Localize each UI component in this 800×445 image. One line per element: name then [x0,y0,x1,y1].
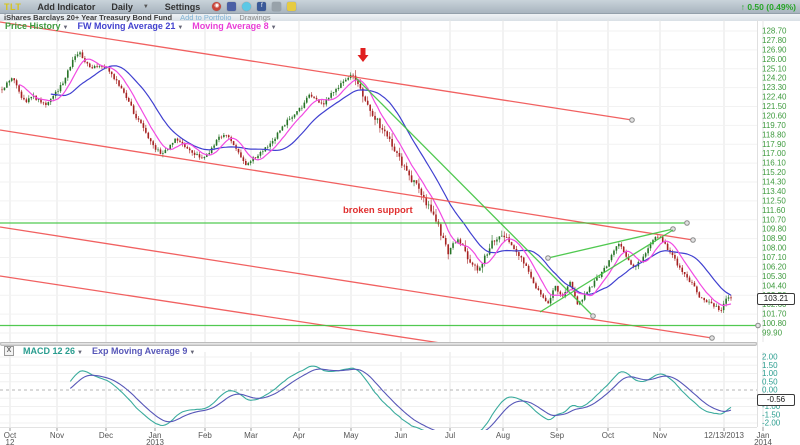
svg-text:126.90: 126.90 [762,45,787,54]
legend-macd[interactable]: MACD 12 26▼ [23,346,83,356]
svg-text:127.80: 127.80 [762,36,787,45]
macd-value-badge: -0.56 [757,394,795,406]
close-icon[interactable]: X [4,346,14,356]
x-axis-labels: Oct12NovDecJan2013FebMarAprMayJunJulAugS… [4,431,773,445]
svg-text:106.20: 106.20 [762,262,787,271]
price-panel-legend: Price History▼ FW Moving Average 21▼ Mov… [5,21,277,31]
svg-text:119.70: 119.70 [762,121,786,130]
svg-text:114.30: 114.30 [762,178,786,187]
svg-text:May: May [343,431,358,440]
svg-text:2013: 2013 [146,438,164,445]
svg-text:100.80: 100.80 [762,319,787,328]
legend-moving-average-21[interactable]: FW Moving Average 21▼ [77,21,183,31]
broken-support-label: broken support [343,205,414,216]
svg-text:105.30: 105.30 [762,272,787,281]
svg-text:2014: 2014 [754,438,772,445]
chevron-down-icon[interactable]: ▼ [77,350,83,356]
legend-price-history[interactable]: Price History▼ [5,21,68,31]
svg-text:Jul: Jul [445,431,455,440]
svg-text:116.10: 116.10 [762,159,786,168]
svg-text:108.90: 108.90 [762,234,787,243]
chevron-down-icon[interactable]: ▼ [63,25,69,31]
svg-text:Nov: Nov [50,431,64,440]
svg-text:113.40: 113.40 [762,187,786,196]
legend-moving-average-8[interactable]: Moving Average 8▼ [192,21,276,31]
svg-text:107.10: 107.10 [762,253,787,262]
chevron-down-icon[interactable]: ▼ [177,25,183,31]
svg-text:Aug: Aug [496,431,510,440]
svg-text:126.00: 126.00 [762,55,787,64]
svg-text:124.20: 124.20 [762,74,787,83]
svg-text:111.60: 111.60 [762,206,786,215]
svg-text:117.90: 117.90 [762,140,786,149]
svg-text:Nov: Nov [653,431,667,440]
last-price-badge: 103.21 [757,293,795,305]
chevron-down-icon[interactable]: ▼ [189,350,195,356]
svg-text:Feb: Feb [198,431,212,440]
svg-text:99.90: 99.90 [762,329,783,338]
legend-exp-moving-average-9[interactable]: Exp Moving Average 9▼ [92,346,195,356]
price-axis-labels: 128.70127.80126.90126.00125.10124.20123.… [762,27,787,338]
svg-text:Jun: Jun [395,431,408,440]
svg-text:109.80: 109.80 [762,225,787,234]
ma-21-line [51,66,731,295]
chevron-down-icon[interactable]: ▼ [271,25,277,31]
svg-text:121.50: 121.50 [762,102,787,111]
svg-text:112.50: 112.50 [762,196,786,205]
svg-text:Mar: Mar [244,431,258,440]
svg-text:12: 12 [6,438,15,445]
svg-text:Dec: Dec [99,431,113,440]
svg-text:125.10: 125.10 [762,64,787,73]
svg-text:118.80: 118.80 [762,130,786,139]
chart-canvas: Oct12NovDecJan2013FebMarAprMayJunJulAugS… [0,0,800,445]
svg-text:122.40: 122.40 [762,93,787,102]
macd-panel-legend: X MACD 12 26▼ Exp Moving Average 9▼ [4,346,195,356]
svg-text:120.60: 120.60 [762,111,787,120]
svg-text:108.00: 108.00 [762,244,787,253]
svg-text:104.40: 104.40 [762,281,787,290]
macd-axis-labels: 2.001.501.000.500.00-1.00-1.50-2.00 [762,353,781,428]
charting-app-window: TLT Add Indicator Daily ▼ Settings ◉f ↑ … [0,0,800,445]
svg-text:Oct: Oct [602,431,615,440]
svg-text:128.70: 128.70 [762,27,787,36]
svg-text:101.70: 101.70 [762,310,787,319]
svg-text:-2.00: -2.00 [762,419,781,428]
svg-text:Apr: Apr [293,431,306,440]
svg-text:115.20: 115.20 [762,168,786,177]
svg-text:Sep: Sep [550,431,565,440]
svg-text:123.30: 123.30 [762,83,787,92]
svg-text:12/13/2013: 12/13/2013 [704,431,745,440]
svg-text:110.70: 110.70 [762,215,786,224]
svg-text:117.00: 117.00 [762,149,786,158]
